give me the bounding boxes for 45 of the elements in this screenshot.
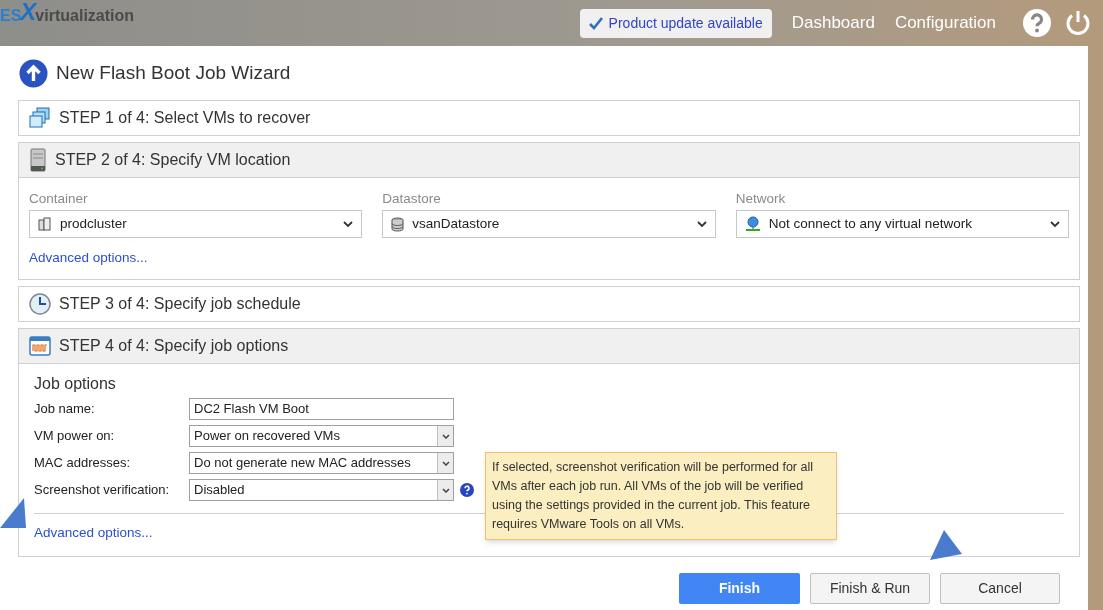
chevron-down-icon bbox=[1050, 220, 1060, 228]
form-label: VM power on: bbox=[34, 427, 116, 446]
dropdown-field[interactable]: Disabled bbox=[189, 479, 454, 501]
pointer-arrow-icon bbox=[0, 498, 26, 528]
field-label: Datastore bbox=[382, 190, 442, 208]
checkmark-icon bbox=[588, 16, 603, 30]
power-icon[interactable] bbox=[1065, 9, 1091, 37]
database-icon bbox=[391, 216, 405, 232]
dropdown-field[interactable]: prodcluster bbox=[29, 210, 363, 238]
form-label: MAC addresses: bbox=[34, 454, 132, 473]
pointer-arrow-icon bbox=[930, 530, 962, 560]
advanced-options-link[interactable]: Advanced options... bbox=[34, 523, 153, 544]
buildings-icon bbox=[38, 217, 52, 231]
dropdown-field[interactable]: vsanDatastore bbox=[382, 210, 716, 238]
caret-icon bbox=[441, 487, 450, 493]
caret-icon bbox=[441, 460, 450, 466]
step-header[interactable]: STEP 2 of 4: Specify VM location bbox=[19, 143, 1079, 177]
dialog-button[interactable]: Finish bbox=[679, 573, 800, 604]
wizard-title: New Flash Boot Job Wizard bbox=[56, 60, 291, 85]
dropdown-field[interactable]: Do not generate new MAC addresses bbox=[189, 452, 454, 474]
clock-icon bbox=[29, 293, 51, 315]
help-icon[interactable] bbox=[1023, 9, 1051, 37]
caret-icon bbox=[441, 433, 450, 439]
network-globe-icon bbox=[744, 216, 761, 232]
form-label: Job name: bbox=[34, 400, 96, 419]
dropdown-field[interactable]: Power on recovered VMs bbox=[189, 425, 454, 447]
step-header[interactable]: STEP 4 of 4: Specify job options bbox=[19, 329, 1079, 363]
advanced-options-link[interactable]: Advanced options... bbox=[29, 248, 148, 269]
text-field[interactable]: DC2 Flash VM Boot bbox=[189, 398, 454, 420]
stacked-windows-icon bbox=[29, 107, 51, 129]
field-label: Container bbox=[29, 190, 89, 208]
field-label: Network bbox=[735, 190, 787, 208]
help-icon[interactable] bbox=[460, 483, 474, 497]
update-notice-button[interactable]: Product update available bbox=[579, 8, 772, 38]
dropdown-field[interactable]: Not connect to any virtual network bbox=[735, 210, 1069, 238]
dialog-button[interactable]: Cancel bbox=[940, 573, 1060, 604]
chevron-down-icon bbox=[696, 220, 707, 228]
form-label: Screenshot verification: bbox=[34, 481, 171, 500]
logo: ESXvirtualization bbox=[0, 0, 135, 24]
section-title: Job options bbox=[34, 374, 117, 394]
tooltip: If selected, screenshot verification will be performed for all VMs after each job run. All VMs of the job will be verified using the settings provided in the current job. This feature requires VMware Tools on all VMs. bbox=[485, 452, 837, 540]
dialog-button[interactable]: Finish & Run bbox=[810, 573, 930, 604]
chevron-down-icon bbox=[343, 220, 354, 228]
window-graph-icon bbox=[29, 336, 51, 356]
server-icon bbox=[29, 148, 47, 172]
